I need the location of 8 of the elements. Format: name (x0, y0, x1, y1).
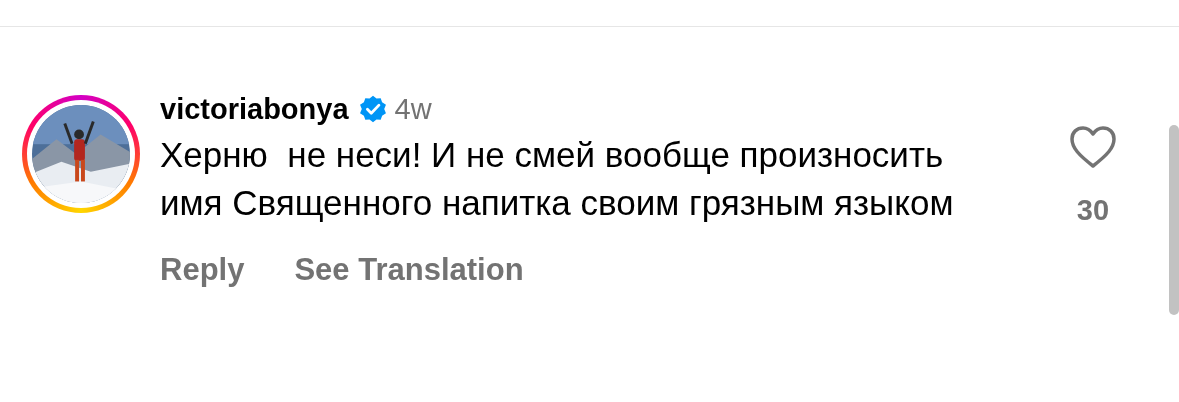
comment-text: Херню не неси! И не смей вообще произносить имя Священного напитка своим грязным языком (160, 134, 955, 224)
translation-button[interactable]: See Translation (294, 251, 524, 289)
username[interactable]: victoriabonya (160, 91, 349, 127)
scrollbar[interactable] (1169, 125, 1179, 315)
timestamp: 4w (394, 92, 432, 127)
like-button[interactable] (1068, 125, 1117, 169)
like-count: 30 (1076, 193, 1110, 228)
reply-button[interactable]: Reply (160, 251, 245, 289)
